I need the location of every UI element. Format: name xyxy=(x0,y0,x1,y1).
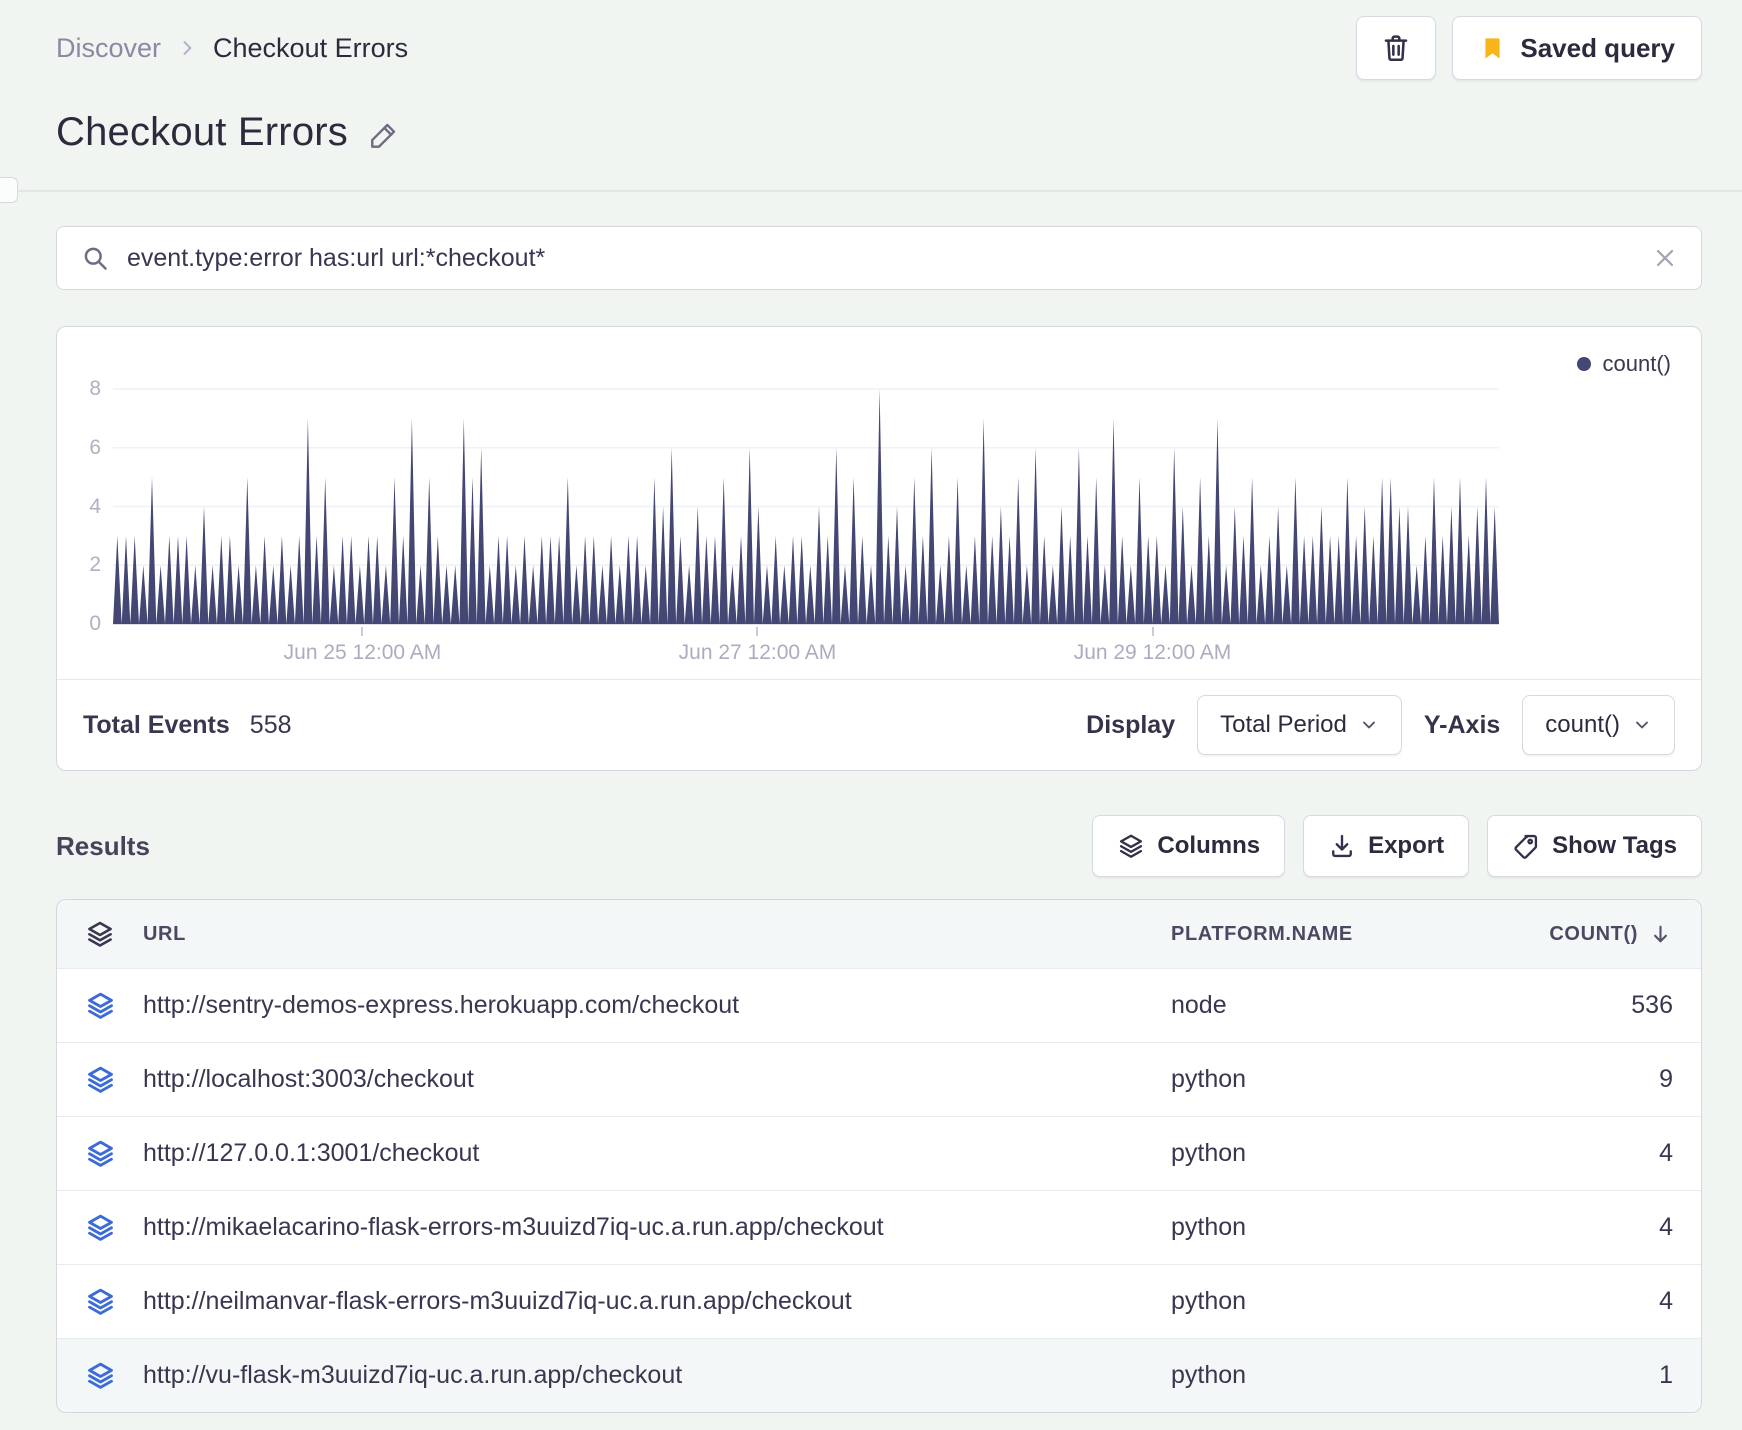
table-row[interactable]: http://neilmanvar-flask-errors-m3uuizd7i… xyxy=(57,1264,1701,1338)
chart-x-axis: Jun 25 12:00 AM Jun 27 12:00 AM Jun 29 12:… xyxy=(57,627,1701,679)
results-actions: Columns Export Show Tags xyxy=(1092,815,1702,877)
x-axis-label: Jun 29 12:00 AM xyxy=(1073,641,1232,664)
count-header-label: COUNT() xyxy=(1549,922,1638,945)
display-select-value: Total Period xyxy=(1220,711,1347,738)
search-bar xyxy=(56,226,1702,290)
saved-query-button[interactable]: Saved query xyxy=(1452,16,1702,80)
row-url: http://mikaelacarino-flask-errors-m3uuiz… xyxy=(143,1213,884,1241)
y-axis-label: 8 xyxy=(89,377,101,400)
yaxis-label: Y-Axis xyxy=(1423,710,1501,739)
table-row[interactable]: http://sentry-demos-express.herokuapp.co… xyxy=(57,968,1701,1042)
search-icon xyxy=(81,244,109,272)
table-row[interactable]: http://localhost:3003/checkout python 9 xyxy=(57,1042,1701,1116)
row-url: http://sentry-demos-express.herokuapp.co… xyxy=(143,991,740,1019)
stack-events-icon[interactable] xyxy=(85,1212,116,1243)
column-header-url[interactable]: URL xyxy=(143,923,1171,946)
edit-title-icon[interactable] xyxy=(368,119,400,151)
topbar-actions: Saved query xyxy=(1356,16,1702,80)
column-header-platform[interactable]: PLATFORM.NAME xyxy=(1171,923,1511,946)
header-divider xyxy=(0,177,1742,203)
row-platform: node xyxy=(1171,991,1227,1019)
column-header-count[interactable]: COUNT() xyxy=(1511,922,1701,947)
breadcrumb-current: Checkout Errors xyxy=(213,32,409,63)
row-count: 4 xyxy=(1659,1287,1673,1315)
table-header-row: URL PLATFORM.NAME COUNT() xyxy=(57,900,1701,968)
x-axis-tick xyxy=(361,627,364,636)
x-axis-label: Jun 27 12:00 AM xyxy=(678,641,837,664)
row-platform: python xyxy=(1171,1361,1247,1389)
total-events: Total Events 558 xyxy=(83,711,292,740)
search-input[interactable] xyxy=(125,242,1637,274)
tag-icon xyxy=(1512,832,1540,860)
count-series-area xyxy=(113,388,1499,625)
columns-button-label: Columns xyxy=(1157,832,1261,859)
stack-column-icon xyxy=(57,919,143,949)
clear-search-icon[interactable] xyxy=(1653,246,1677,270)
breadcrumb-chevron-icon xyxy=(177,38,197,58)
row-count: 4 xyxy=(1659,1139,1673,1167)
row-platform: python xyxy=(1171,1065,1247,1093)
stack-events-icon[interactable] xyxy=(85,1360,116,1391)
page-title: Checkout Errors xyxy=(56,109,348,154)
row-count: 4 xyxy=(1659,1213,1673,1241)
display-label: Display xyxy=(1086,710,1176,739)
trash-icon xyxy=(1380,32,1412,64)
download-icon xyxy=(1328,832,1356,860)
y-axis-label: 6 xyxy=(89,435,101,459)
chart-card: count() 02468 Jun 25 12:00 AM Jun 27 12:0… xyxy=(56,326,1702,771)
results-table: URL PLATFORM.NAME COUNT() http://sentry-… xyxy=(56,899,1702,1413)
breadcrumb-discover-link[interactable]: Discover xyxy=(56,33,161,64)
breadcrumb: Discover Checkout Errors xyxy=(56,33,408,64)
top-bar: Discover Checkout Errors Saved query xyxy=(56,0,1702,80)
export-button[interactable]: Export xyxy=(1303,815,1470,877)
x-axis-tick xyxy=(1151,627,1154,636)
chevron-down-icon xyxy=(1359,715,1379,735)
row-platform: python xyxy=(1171,1139,1247,1167)
results-heading: Results xyxy=(56,830,150,861)
table-row[interactable]: http://127.0.0.1:3001/checkout python 4 xyxy=(57,1116,1701,1190)
panel-collapse-handle[interactable] xyxy=(0,177,18,203)
row-count: 536 xyxy=(1631,991,1673,1019)
x-axis-tick xyxy=(756,627,759,636)
yaxis-select-value: count() xyxy=(1545,711,1620,738)
total-events-value: 558 xyxy=(249,710,292,739)
table-row[interactable]: http://mikaelacarino-flask-errors-m3uuiz… xyxy=(57,1190,1701,1264)
chart-footer: Total Events 558 Display Total Period Y-… xyxy=(57,679,1701,770)
row-url: http://neilmanvar-flask-errors-m3uuizd7i… xyxy=(143,1287,852,1315)
stack-events-icon[interactable] xyxy=(85,1286,116,1317)
row-url: http://127.0.0.1:3001/checkout xyxy=(143,1139,480,1167)
chart-controls: Display Total Period Y-Axis count() xyxy=(1086,695,1675,755)
stack-events-icon[interactable] xyxy=(85,1064,116,1095)
x-axis-label: Jun 25 12:00 AM xyxy=(283,641,442,664)
row-platform: python xyxy=(1171,1287,1247,1315)
page-title-row: Checkout Errors xyxy=(56,104,1702,160)
chart-plot: 02468 xyxy=(57,327,1701,635)
discover-page: Discover Checkout Errors Saved query Che… xyxy=(0,0,1742,1413)
delete-query-button[interactable] xyxy=(1356,16,1437,80)
row-count: 9 xyxy=(1659,1065,1673,1093)
sort-descending-icon xyxy=(1648,922,1673,947)
row-url: http://vu-flask-m3uuizd7iq-uc.a.run.app/… xyxy=(143,1361,683,1389)
bookmark-icon xyxy=(1479,35,1506,62)
show-tags-button-label: Show Tags xyxy=(1552,832,1677,859)
row-count: 1 xyxy=(1659,1361,1673,1389)
row-platform: python xyxy=(1171,1213,1247,1241)
results-header-row: Results Columns Export Show Tags xyxy=(56,815,1702,877)
y-axis-label: 4 xyxy=(89,494,101,518)
layers-icon xyxy=(1117,832,1145,860)
display-select[interactable]: Total Period xyxy=(1197,695,1402,755)
yaxis-select[interactable]: count() xyxy=(1522,695,1675,755)
y-axis-label: 2 xyxy=(89,553,101,577)
stack-events-icon[interactable] xyxy=(85,990,116,1021)
stack-events-icon[interactable] xyxy=(85,1138,116,1169)
row-url: http://localhost:3003/checkout xyxy=(143,1065,474,1093)
show-tags-button[interactable]: Show Tags xyxy=(1487,815,1702,877)
chevron-down-icon xyxy=(1632,715,1652,735)
export-button-label: Export xyxy=(1368,832,1445,859)
saved-query-label: Saved query xyxy=(1520,32,1675,63)
table-row[interactable]: http://vu-flask-m3uuizd7iq-uc.a.run.app/… xyxy=(57,1338,1701,1412)
total-events-label: Total Events xyxy=(83,710,230,739)
columns-button[interactable]: Columns xyxy=(1092,815,1286,877)
